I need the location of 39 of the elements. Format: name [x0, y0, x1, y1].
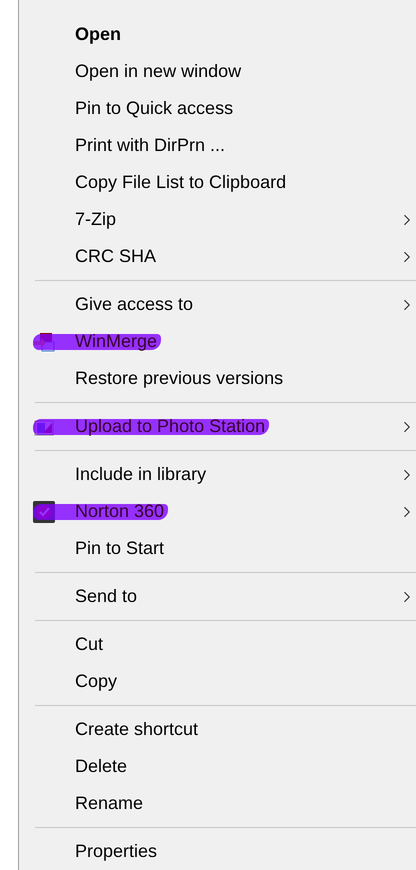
menu-item-label: Delete	[75, 756, 128, 777]
menu-item-label: WinMerge	[75, 331, 158, 352]
menu-item-label: Norton 360	[75, 501, 164, 522]
menu-item[interactable]: Open	[19, 16, 416, 53]
menu-item[interactable]: Cut	[19, 626, 416, 663]
menu-item-label: Open	[75, 24, 122, 45]
menu-item[interactable]: Pin to Quick access	[19, 90, 416, 127]
menu-item-label: Cut	[75, 634, 104, 655]
menu-item-label: Upload to Photo Station	[75, 416, 266, 437]
menu-item-label: Restore previous versions	[75, 368, 284, 389]
menu-item-label: Rename	[75, 793, 144, 814]
menu-item-label: Properties	[75, 841, 158, 862]
menu-item-label: Send to	[75, 586, 138, 607]
menu-item[interactable]: Open in new window	[19, 53, 416, 90]
menu-item-label: Copy File List to Clipboard	[75, 172, 286, 193]
menu-item[interactable]: CRC SHA	[19, 238, 416, 275]
menu-item-label: Copy	[75, 671, 118, 692]
menu-item-label: Include in library	[75, 464, 206, 485]
menu-item[interactable]: Copy	[19, 663, 416, 700]
menu-item[interactable]: Restore previous versions	[19, 360, 416, 397]
menu-item-label: Create shortcut	[75, 719, 198, 740]
menu-item[interactable]: Copy File List to Clipboard	[19, 164, 416, 201]
menu-item[interactable]: Properties	[19, 833, 416, 870]
menu-item[interactable]: Create shortcut	[19, 711, 416, 748]
menu-item[interactable]: Rename	[19, 785, 416, 822]
menu-item-label: Pin to Quick access	[75, 98, 234, 119]
menu-item-label: Pin to Start	[75, 538, 164, 559]
menu-item-label: Print with DirPrn ...	[75, 135, 226, 156]
menu-item-label: Open in new window	[75, 61, 242, 82]
menu-item-label: Give access to	[75, 294, 194, 315]
menu-item[interactable]: Pin to Start	[19, 530, 416, 567]
menu-item-label: 7-Zip	[75, 209, 116, 230]
menu-item[interactable]: Include in library	[19, 456, 416, 493]
menu-item[interactable]: 7-Zip	[19, 201, 416, 238]
menu-item[interactable]: Print with DirPrn ...	[19, 127, 416, 164]
menu-item[interactable]: Send to	[19, 578, 416, 615]
menu-item[interactable]: Delete	[19, 748, 416, 785]
menu-item-label: CRC SHA	[75, 246, 156, 267]
menu-item[interactable]: Give access to	[19, 286, 416, 323]
